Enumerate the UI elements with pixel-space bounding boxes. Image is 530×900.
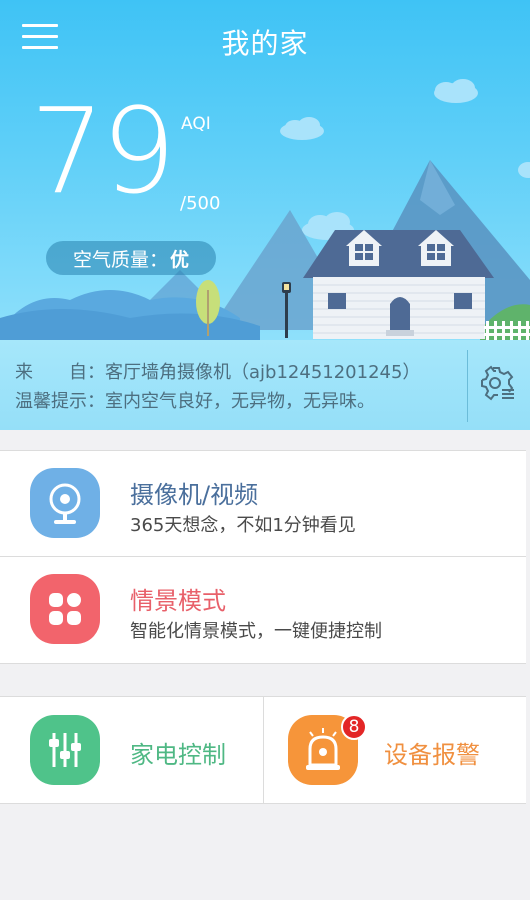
aqi-value: 79 <box>30 82 176 220</box>
gear-settings-icon <box>481 365 514 401</box>
tile-appliance-control[interactable]: 家电控制 <box>0 697 263 803</box>
divider <box>0 803 526 804</box>
scene-grid-icon <box>49 593 81 625</box>
camera-icon-tile <box>30 468 100 538</box>
appliance-title: 家电控制 <box>130 741 226 769</box>
aqi-max: /500 <box>180 193 221 214</box>
page-title: 我的家 <box>221 27 309 60</box>
camera-subtitle: 365天想念，不如1分钟看见 <box>130 515 356 536</box>
sliders-icon <box>49 733 81 767</box>
scene-subtitle: 智能化情景模式，一键便捷控制 <box>130 621 382 642</box>
alarm-title: 设备报警 <box>384 741 480 769</box>
camera-icon <box>49 483 81 524</box>
scene-icon-tile <box>30 574 100 644</box>
source-value: 客厅墙角摄像机（ajb12451201245） <box>105 362 421 383</box>
info-divider <box>467 350 468 422</box>
tile-device-alarm[interactable]: 设备报警 <box>264 697 526 803</box>
tip-line: 温馨提示：室内空气良好，无异物，无异味。 <box>15 387 375 413</box>
list-item-scene-mode[interactable]: 情景模式 智能化情景模式，一键便捷控制 <box>0 557 526 663</box>
settings-button[interactable] <box>478 364 516 402</box>
source-label: 来 自： <box>15 362 105 383</box>
air-quality-badge: 空气质量：优 <box>46 241 216 275</box>
list-item-camera[interactable]: 摄像机/视频 365天想念，不如1分钟看见 <box>0 451 526 557</box>
tip-value: 室内空气良好，无异物，无异味。 <box>105 391 375 412</box>
alarm-count-badge: 8 <box>341 714 367 740</box>
device-info-strip: 来 自：客厅墙角摄像机（ajb12451201245） 温馨提示：室内空气良好，… <box>0 340 530 430</box>
aqi-unit: AQI <box>181 114 211 134</box>
sliders-icon-tile <box>30 715 100 785</box>
divider <box>0 663 526 664</box>
feature-list: 摄像机/视频 365天想念，不如1分钟看见 情景模式 智能化情景模式，一键便捷控… <box>0 450 526 664</box>
air-quality-value: 优 <box>170 248 190 271</box>
camera-title: 摄像机/视频 <box>130 481 259 509</box>
air-quality-label: 空气质量： <box>72 248 168 271</box>
scene-title: 情景模式 <box>130 587 226 615</box>
air-quality-hero: 我的家 79 AQI /500 空气质量：优 <box>0 0 530 340</box>
quick-tiles: 家电控制 设备报警 <box>0 696 526 804</box>
source-line: 来 自：客厅墙角摄像机（ajb12451201245） <box>15 358 420 384</box>
tip-label: 温馨提示： <box>15 391 105 412</box>
